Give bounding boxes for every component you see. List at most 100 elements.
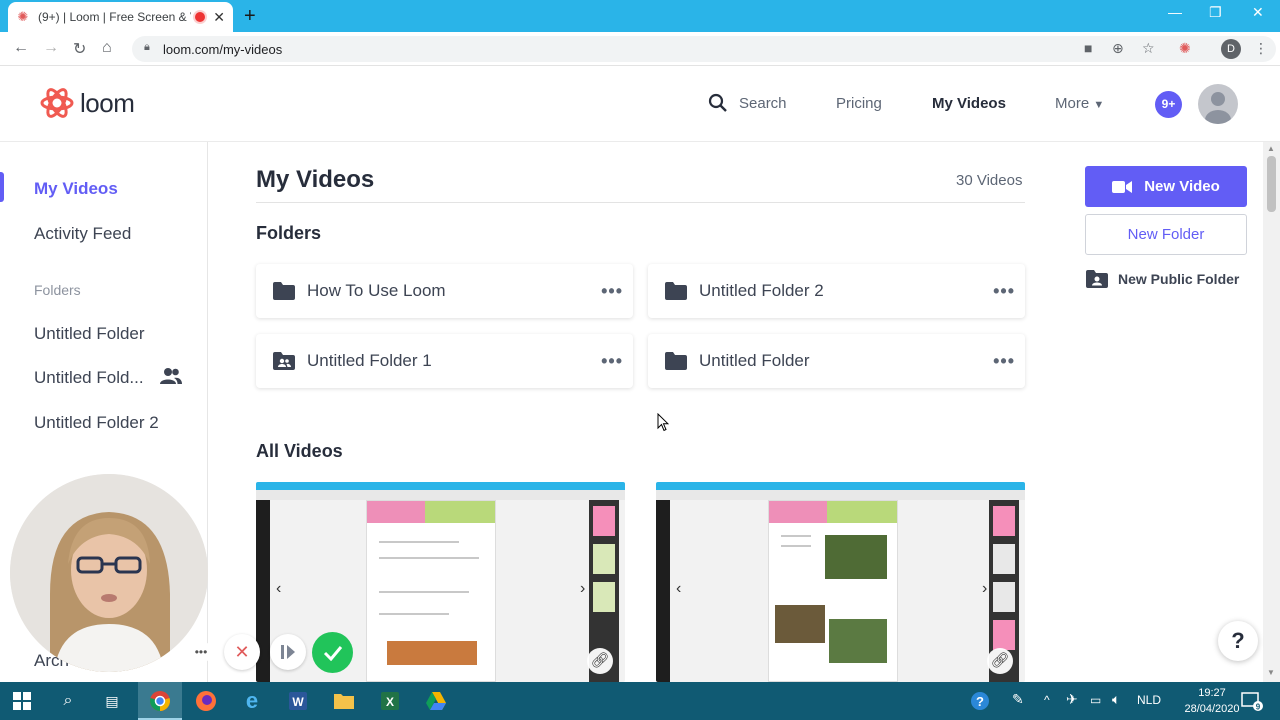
folder-card[interactable]: Untitled Folder 1 •••	[256, 334, 633, 388]
scroll-down-icon[interactable]: ▼	[1267, 668, 1275, 677]
address-bar[interactable]: 🔒︎ loom.com/my-videos ■ ⊕ ☆ ✺ D ⋮	[132, 36, 1276, 62]
more-options-icon[interactable]: •••	[993, 281, 1015, 302]
folder-icon	[665, 282, 687, 300]
caret-down-icon: ▼	[1093, 99, 1105, 111]
folder-card[interactable]: Untitled Folder •••	[648, 334, 1025, 388]
new-public-folder-label: New Public Folder	[1118, 271, 1240, 287]
folder-card[interactable]: How To Use Loom •••	[256, 264, 633, 318]
windows-start-icon[interactable]	[10, 689, 34, 713]
system-clock[interactable]: 19:27 28/04/2020	[1180, 685, 1244, 717]
sidebar-folder-item[interactable]: Untitled Fold...	[34, 368, 144, 388]
windows-logo-icon	[13, 692, 31, 710]
thumbnail-page	[593, 544, 615, 574]
pause-recording-button[interactable]	[270, 634, 306, 670]
thumbnail-text-line	[781, 535, 811, 537]
tab-close-icon[interactable]: ✕	[213, 9, 225, 26]
sidebar-folder-item[interactable]: Untitled Folder 2	[34, 413, 159, 433]
nav-search[interactable]: Search	[739, 95, 787, 112]
new-folder-button[interactable]: New Folder	[1085, 214, 1247, 255]
internet-explorer-icon[interactable]: e	[240, 688, 264, 713]
more-options-icon[interactable]: •••	[993, 351, 1015, 372]
shared-people-icon	[160, 368, 182, 384]
notifications-badge[interactable]: 9+	[1155, 91, 1182, 118]
thumbnail-toolbar	[656, 500, 670, 682]
webcam-bubble[interactable]	[10, 474, 208, 672]
forward-icon[interactable]: →	[43, 39, 59, 57]
scroll-thumb[interactable]	[1267, 156, 1276, 212]
loom-logo[interactable]: loom	[40, 86, 135, 120]
back-icon[interactable]: ←	[13, 39, 29, 57]
checkmark-icon	[323, 645, 342, 661]
home-icon[interactable]: ⌂	[102, 39, 112, 57]
browser-tab[interactable]: ✺ (9+) | Loom | Free Screen & Video ✕	[8, 2, 233, 32]
file-explorer-icon[interactable]	[332, 689, 356, 713]
word-icon[interactable]: W	[286, 689, 310, 713]
scroll-up-icon[interactable]: ▲	[1267, 144, 1275, 153]
folder-name: Untitled Folder 2	[699, 281, 824, 300]
browser-menu-icon[interactable]: ⋮	[1254, 40, 1268, 57]
new-video-label: New Video	[1144, 178, 1220, 195]
folder-name: Untitled Folder	[699, 351, 810, 370]
task-view-icon[interactable]: ▤	[100, 689, 124, 713]
nav-more[interactable]: More ▼	[1055, 95, 1104, 112]
camera-permission-icon[interactable]: ■	[1084, 40, 1092, 56]
nav-my-videos[interactable]: My Videos	[932, 95, 1006, 112]
new-video-button[interactable]: New Video	[1085, 166, 1247, 207]
pen-icon[interactable]: ✎	[1012, 691, 1024, 708]
new-public-folder-button[interactable]: New Public Folder	[1086, 270, 1239, 288]
folder-icon	[665, 352, 687, 370]
action-center-icon[interactable]: 9	[1240, 689, 1264, 713]
firefox-icon[interactable]	[194, 689, 218, 713]
battery-icon[interactable]: ▭	[1090, 693, 1101, 707]
bookmark-star-icon[interactable]: ☆	[1142, 40, 1155, 57]
thumbnail-next-icon: ›	[580, 580, 586, 597]
more-options-icon[interactable]: •••	[601, 351, 623, 372]
chrome-icon[interactable]	[148, 689, 172, 713]
copy-link-icon[interactable]: 🔗︎	[587, 648, 613, 674]
sidebar-item-my-videos[interactable]: My Videos	[34, 179, 118, 199]
cancel-recording-button[interactable]: ✕	[224, 634, 260, 670]
search-icon[interactable]	[708, 93, 728, 113]
recorder-more-icon[interactable]: •••	[190, 641, 212, 663]
excel-icon[interactable]: X	[378, 689, 402, 713]
folder-icon	[273, 282, 295, 300]
loom-extension-icon[interactable]: ✺	[1179, 40, 1191, 57]
language-indicator[interactable]: NLD	[1137, 693, 1161, 707]
thumbnail-next-icon: ›	[982, 580, 988, 597]
minimize-icon[interactable]: —	[1168, 4, 1182, 20]
new-tab-button[interactable]: +	[244, 5, 256, 28]
help-button[interactable]: ?	[1218, 621, 1258, 661]
video-thumbnail[interactable]: ‹ › 🔗︎	[656, 482, 1025, 682]
volume-icon[interactable]: 🔈︎	[1112, 691, 1120, 708]
finish-recording-button[interactable]	[312, 632, 353, 673]
user-avatar[interactable]	[1198, 84, 1238, 124]
page-scrollbar[interactable]: ▲ ▼	[1263, 142, 1280, 682]
folder-card[interactable]: Untitled Folder 2 •••	[648, 264, 1025, 318]
profile-avatar[interactable]: D	[1221, 39, 1241, 59]
browser-toolbar: ← → ↻ ⌂ 🔒︎ loom.com/my-videos ■ ⊕ ☆ ✺ D …	[0, 32, 1280, 66]
divider	[256, 202, 1025, 203]
video-count: 30 Videos	[956, 172, 1023, 189]
reload-icon[interactable]: ↻	[73, 39, 86, 59]
shared-folder-icon	[273, 352, 295, 370]
restore-icon[interactable]: ❐	[1209, 4, 1222, 21]
show-hidden-icons[interactable]: ^	[1044, 693, 1050, 707]
thumbnail-page	[993, 620, 1015, 650]
svg-text:?: ?	[976, 694, 984, 709]
sidebar-item-activity-feed[interactable]: Activity Feed	[34, 224, 131, 244]
nav-pricing[interactable]: Pricing	[836, 95, 882, 112]
url-text: loom.com/my-videos	[163, 42, 283, 57]
google-drive-icon[interactable]	[424, 689, 448, 713]
thumbnail-page	[593, 582, 615, 612]
thumbnail-address-bar	[256, 490, 625, 500]
zoom-icon[interactable]: ⊕	[1112, 40, 1124, 57]
window-close-icon[interactable]: ✕	[1252, 4, 1264, 21]
copy-link-icon[interactable]: 🔗︎	[987, 648, 1013, 674]
airplane-icon[interactable]: ✈	[1066, 691, 1078, 708]
taskbar-search-icon[interactable]: ⌕	[56, 689, 80, 713]
help-tray-icon[interactable]: ?	[968, 689, 992, 713]
more-options-icon[interactable]: •••	[601, 281, 623, 302]
sidebar-folder-item[interactable]: Untitled Folder	[34, 324, 145, 344]
thumbnail-photo	[775, 605, 825, 643]
all-videos-heading: All Videos	[256, 441, 343, 461]
